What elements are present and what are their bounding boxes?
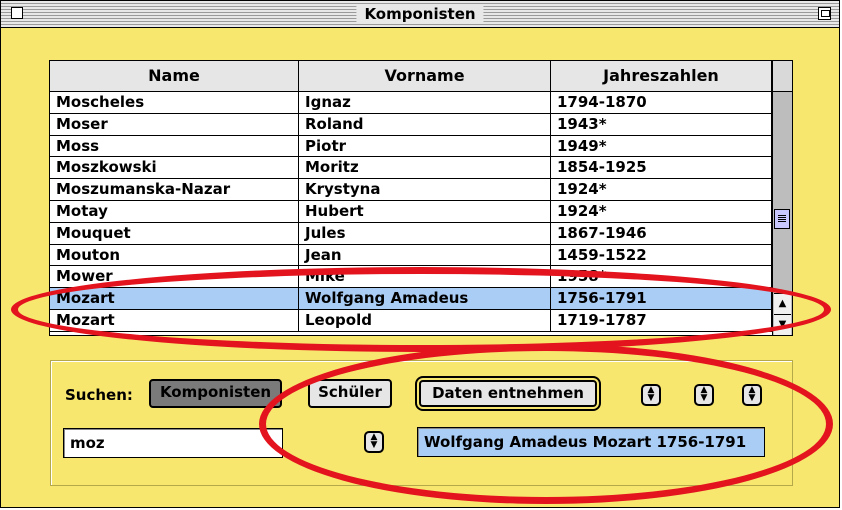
cell-name: Moszumanska-Nazar <box>50 179 299 201</box>
komponisten-button[interactable]: Komponisten <box>149 379 282 408</box>
table-row[interactable]: Moss Piotr 1949* <box>50 135 772 158</box>
table-row[interactable]: Moszumanska-Nazar Krystyna 1924* <box>50 179 772 201</box>
cell-name: Mouton <box>50 244 299 266</box>
cell-name: Moszkowski <box>50 157 299 179</box>
search-label: Suchen: <box>65 386 133 404</box>
table-row[interactable]: Moszkowski Moritz 1854-1925 <box>50 157 772 180</box>
table-corner <box>772 61 792 92</box>
cell-vorname: Jules <box>299 222 551 244</box>
cell-jahreszahlen: 1459-1522 <box>551 244 772 266</box>
cell-name: Mower <box>50 266 299 288</box>
cell-jahreszahlen: 1854-1925 <box>551 157 772 179</box>
result-field[interactable]: Wolfgang Amadeus Mozart 1756-1791 <box>417 427 765 457</box>
composer-table[interactable]: Name Vorname Jahreszahlen Moscheles Ignaz… <box>49 60 793 336</box>
cell-jahreszahlen: 1924* <box>551 179 772 201</box>
stepper-4-icon[interactable]: ▲ ▼ <box>364 431 384 453</box>
cell-vorname: Moritz <box>299 157 551 179</box>
cell-name: Mozart <box>50 288 299 310</box>
scroll-thumb[interactable] <box>774 209 790 229</box>
scroll-down-arrow-icon[interactable]: ▼ <box>774 314 791 335</box>
column-header-vorname[interactable]: Vorname <box>299 61 551 92</box>
table-row[interactable]: Mozart Leopold 1719-1787 <box>50 309 772 332</box>
cell-name: Moscheles <box>50 92 299 113</box>
komponisten-window: Komponisten Name Vorname Jahreszahlen Mo… <box>0 0 840 508</box>
cell-jahreszahlen: 1924* <box>551 200 772 222</box>
zoom-box-icon[interactable] <box>818 7 831 20</box>
cell-vorname: Piotr <box>299 135 551 157</box>
cell-name: Moss <box>50 135 299 157</box>
column-header-jahreszahlen[interactable]: Jahreszahlen <box>551 61 772 92</box>
table-row[interactable]: Mouquet Jules 1867-1946 <box>50 222 772 245</box>
cell-name: Mozart <box>50 309 299 331</box>
stepper-2-icon[interactable]: ▲ ▼ <box>694 384 714 406</box>
cell-vorname: Roland <box>299 113 551 135</box>
window-title: Komponisten <box>356 4 484 24</box>
stepper-3-icon[interactable]: ▲ ▼ <box>742 384 762 406</box>
search-input[interactable]: moz <box>63 428 283 458</box>
cell-vorname: Ignaz <box>299 92 551 113</box>
cell-vorname: Hubert <box>299 200 551 222</box>
cell-vorname: Mike <box>299 266 551 288</box>
table-row[interactable]: Mower Mike 1958* <box>50 266 772 289</box>
cell-jahreszahlen: 1958* <box>551 266 772 288</box>
cell-name: Mouquet <box>50 222 299 244</box>
cell-jahreszahlen: 1949* <box>551 135 772 157</box>
cell-vorname: Wolfgang Amadeus <box>299 288 551 310</box>
table-row[interactable]: Mouton Jean 1459-1522 <box>50 244 772 267</box>
title-bar[interactable]: Komponisten <box>1 1 839 28</box>
cell-name: Moser <box>50 113 299 135</box>
table-row[interactable]: Moser Roland 1943* <box>50 113 772 136</box>
cell-jahreszahlen: 1867-1946 <box>551 222 772 244</box>
cell-vorname: Leopold <box>299 309 551 331</box>
table-row[interactable]: Moscheles Ignaz 1794-1870 <box>50 92 772 114</box>
stepper-1-icon[interactable]: ▲ ▼ <box>641 384 661 406</box>
cell-jahreszahlen: 1943* <box>551 113 772 135</box>
cell-vorname: Krystyna <box>299 179 551 201</box>
close-box-icon[interactable] <box>11 7 23 19</box>
vertical-scrollbar[interactable]: ▲ ▼ <box>772 92 792 335</box>
daten-entnehmen-button[interactable]: Daten entnehmen <box>419 380 597 407</box>
schueler-button[interactable]: Schüler <box>308 379 392 408</box>
table-rows: Moscheles Ignaz 1794-1870 Moser Roland 1943* M… <box>50 92 772 332</box>
cell-jahreszahlen: 1719-1787 <box>551 309 772 331</box>
cell-name: Motay <box>50 200 299 222</box>
cell-vorname: Jean <box>299 244 551 266</box>
table-row[interactable]: Mozart Wolfgang Amadeus 1756-1791 <box>50 288 772 310</box>
cell-jahreszahlen: 1756-1791 <box>551 288 772 310</box>
table-row[interactable]: Motay Hubert 1924* <box>50 200 772 223</box>
scroll-up-arrow-icon[interactable]: ▲ <box>774 293 791 314</box>
column-header-name[interactable]: Name <box>50 61 299 92</box>
cell-jahreszahlen: 1794-1870 <box>551 92 772 113</box>
